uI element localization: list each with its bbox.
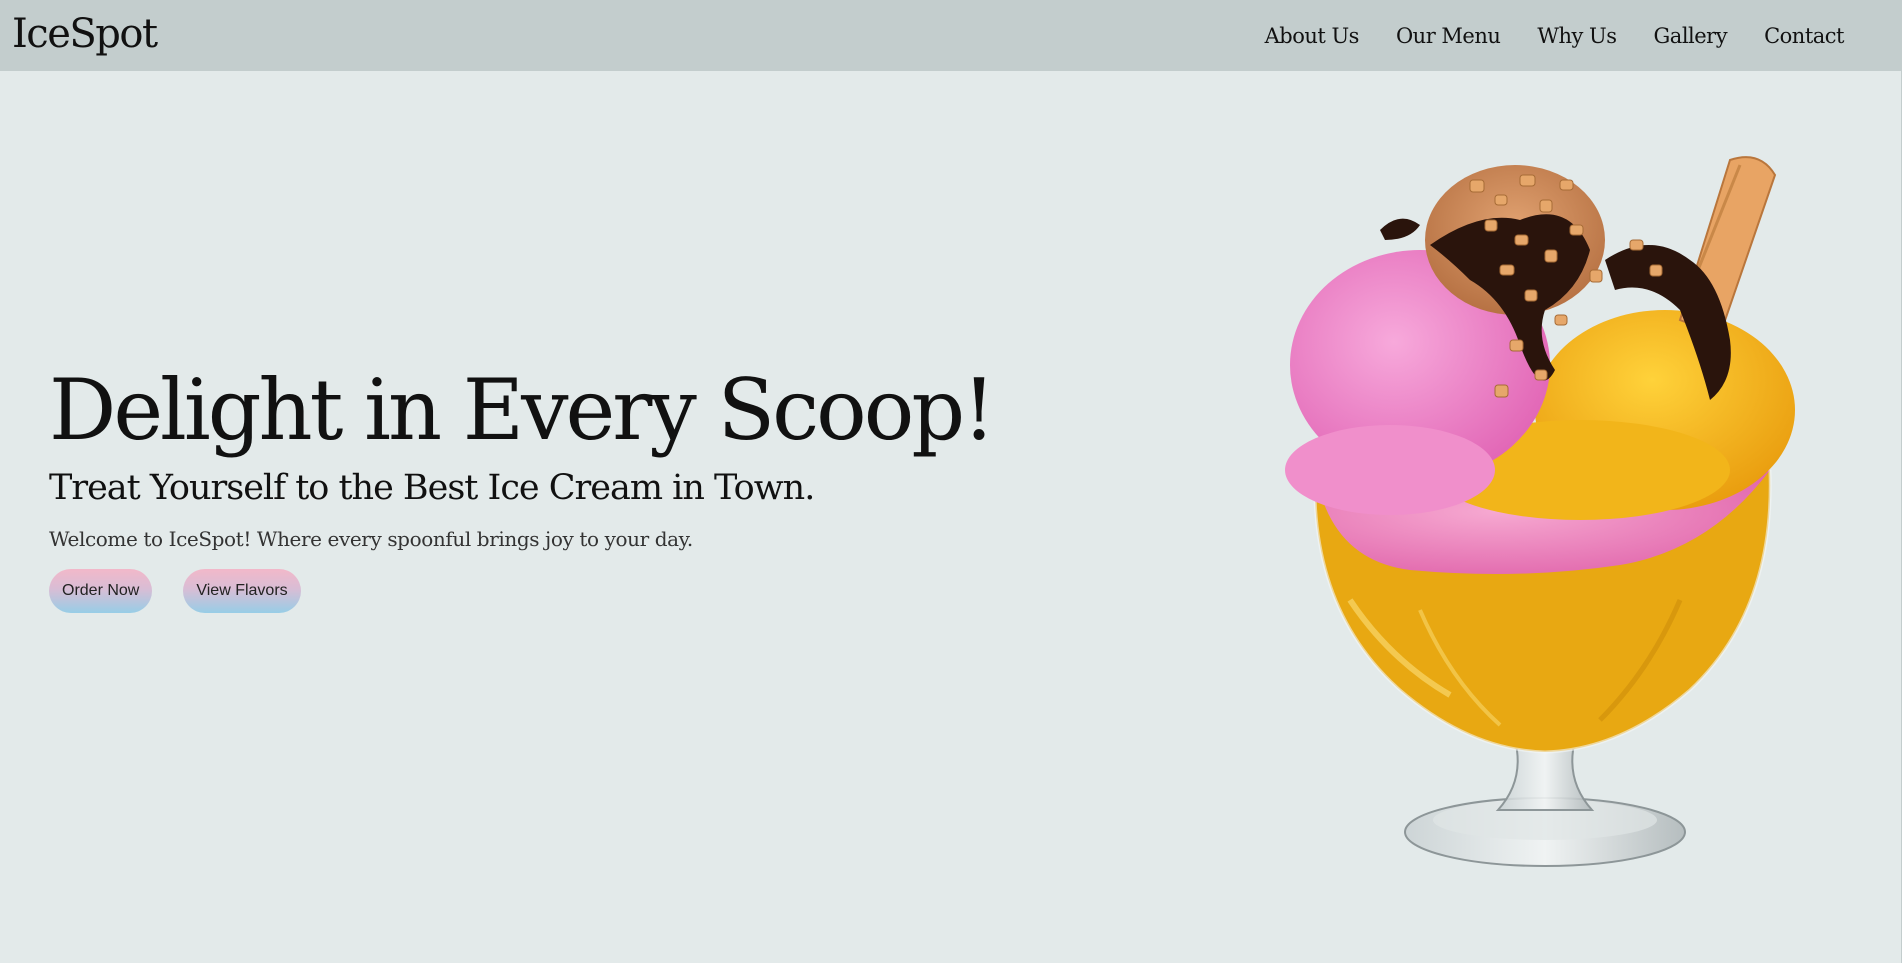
nav-link-contact[interactable]: Contact: [1764, 24, 1844, 48]
nav-link-why-us[interactable]: Why Us: [1537, 24, 1617, 48]
hero-description: Welcome to IceSpot! Where every spoonful…: [49, 527, 693, 551]
nav-link-our-menu[interactable]: Our Menu: [1396, 24, 1501, 48]
site-logo[interactable]: IceSpot: [12, 10, 158, 58]
hero-section: Delight in Every Scoop! Treat Yourself t…: [49, 355, 1149, 613]
nav-links: About Us Our Menu Why Us Gallery Contact: [1265, 0, 1845, 71]
nav-link-about-us[interactable]: About Us: [1265, 24, 1360, 48]
order-now-button[interactable]: Order Now: [49, 569, 153, 613]
ice-cream-sundae-image: [1285, 156, 1795, 867]
view-flavors-button[interactable]: View Flavors: [183, 569, 301, 613]
hero-title: Delight in Every Scoop!: [49, 361, 996, 459]
nav-link-gallery[interactable]: Gallery: [1654, 24, 1728, 48]
hero-subtitle: Treat Yourself to the Best Ice Cream in …: [49, 468, 815, 508]
navbar: IceSpot About Us Our Menu Why Us Gallery…: [0, 0, 1902, 71]
hero-buttons: Order Now View Flavors: [49, 569, 1149, 613]
